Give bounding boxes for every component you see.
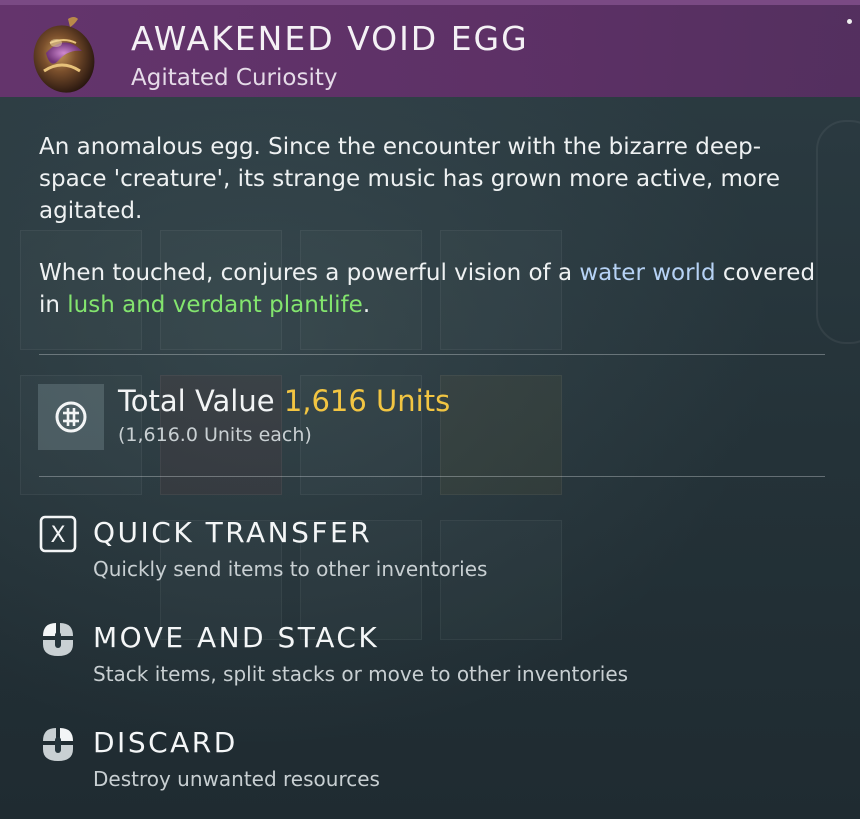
void-egg-icon xyxy=(28,13,100,97)
total-value-amount: 1,616 Units xyxy=(283,384,451,418)
total-value: Total Value 1,616 Units xyxy=(118,384,451,418)
item-header: AWAKENED VOID EGG Agitated Curiosity xyxy=(0,0,860,97)
description-paragraph-1: An anomalous egg. Since the encounter wi… xyxy=(39,134,781,224)
units-currency-icon xyxy=(38,384,104,450)
mouse-right-click-icon xyxy=(39,725,77,763)
status-dot xyxy=(847,19,852,24)
item-description: An anomalous egg. Since the encounter wi… xyxy=(39,131,819,321)
discard-description: Destroy unwanted resources xyxy=(93,767,380,791)
quick-transfer-description: Quickly send items to other inventories xyxy=(93,557,488,581)
mouse-left-click-icon xyxy=(39,620,77,658)
highlight-plantlife: lush and verdant plantlife xyxy=(67,292,363,318)
divider-top xyxy=(39,354,825,355)
discard-title: DISCARD xyxy=(93,726,238,759)
unit-value-each: (1,616.0 Units each) xyxy=(118,424,312,446)
divider-bottom xyxy=(39,476,825,477)
quick-transfer-title: QUICK TRANSFER xyxy=(93,516,373,549)
item-title: AWAKENED VOID EGG xyxy=(131,19,529,58)
highlight-water-world: water world xyxy=(579,260,716,286)
x-key-icon: X xyxy=(39,515,77,553)
move-and-stack-title: MOVE AND STACK xyxy=(93,621,380,654)
svg-text:X: X xyxy=(50,523,65,548)
item-subtitle: Agitated Curiosity xyxy=(131,65,338,91)
description-paragraph-2: When touched, conjures a powerful vision… xyxy=(39,260,816,318)
move-and-stack-description: Stack items, split stacks or move to oth… xyxy=(93,662,629,686)
